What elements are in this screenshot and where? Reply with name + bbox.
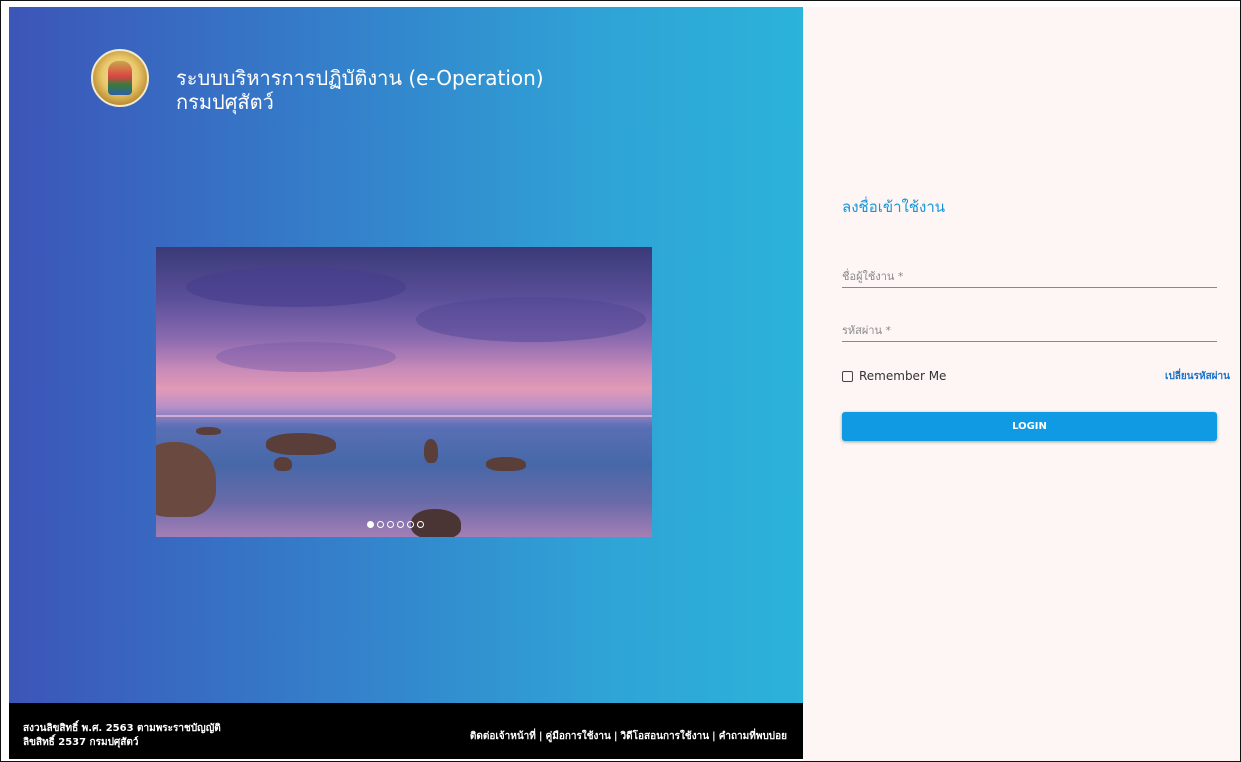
rock-shape [424, 439, 438, 463]
password-input[interactable] [842, 319, 1217, 342]
horizon-line [156, 415, 652, 417]
manual-link[interactable]: คู่มือการใช้งาน [546, 731, 611, 742]
rock-shape [196, 427, 221, 435]
copyright-text-2: ลิขสิทธิ์ 2537 กรมปศุสัตว์ [23, 737, 139, 748]
cloud-shape [216, 342, 396, 372]
department-name: กรมปศุสัตว์ [176, 90, 274, 114]
carousel-indicators [367, 521, 424, 528]
copyright-text: สงวนลิขสิทธิ์ พ.ศ. 2563 ตามพระราชบัญญัติ [23, 723, 221, 734]
department-emblem-icon [91, 49, 149, 107]
link-separator: | [613, 731, 618, 742]
login-title: ลงชื่อเข้าใช้งาน [842, 198, 946, 216]
contact-link[interactable]: ติดต่อเจ้าหน้าที่ [470, 731, 536, 742]
carousel-dot[interactable] [377, 521, 384, 528]
page-frame: ระบบบริหารการปฏิบัติงาน (e-Operation) กร… [0, 0, 1241, 762]
footer-links: ติดต่อเจ้าหน้าที่ | คู่มือการใช้งาน | วิดีโอ… [470, 729, 787, 744]
username-input[interactable] [842, 265, 1217, 288]
faq-link[interactable]: คำถามที่พบบ่อย [719, 731, 787, 742]
change-password-link[interactable]: เปลี่ยนรหัสผ่าน [1165, 369, 1230, 384]
login-button[interactable]: LOGIN [842, 412, 1217, 441]
checkbox-unchecked-icon[interactable] [842, 370, 853, 382]
login-panel: ลงชื่อเข้าใช้งาน Remember Me เปลี่ยนรหัส… [803, 7, 1240, 761]
hero-panel: ระบบบริหารการปฏิบัติงาน (e-Operation) กร… [9, 7, 803, 703]
cloud-shape [416, 297, 646, 342]
carousel-dot[interactable] [397, 521, 404, 528]
remember-me[interactable]: Remember Me [842, 369, 946, 383]
rock-shape [266, 433, 336, 455]
footer-bar: สงวนลิขสิทธิ์ พ.ศ. 2563 ตามพระราชบัญญัติ… [9, 703, 803, 759]
rock-shape [486, 457, 526, 471]
emblem-center [108, 61, 132, 95]
rock-shape [156, 442, 216, 517]
link-separator: | [538, 731, 543, 742]
cloud-shape [186, 267, 406, 307]
link-separator: | [712, 731, 716, 742]
image-carousel[interactable] [156, 247, 652, 537]
carousel-dot[interactable] [417, 521, 424, 528]
remember-label: Remember Me [859, 369, 947, 383]
carousel-dot[interactable] [387, 521, 394, 528]
carousel-dot[interactable] [367, 521, 374, 528]
rock-shape [274, 457, 292, 471]
video-link[interactable]: วิดีโอสอนการใช้งาน [621, 731, 709, 742]
carousel-dot[interactable] [407, 521, 414, 528]
